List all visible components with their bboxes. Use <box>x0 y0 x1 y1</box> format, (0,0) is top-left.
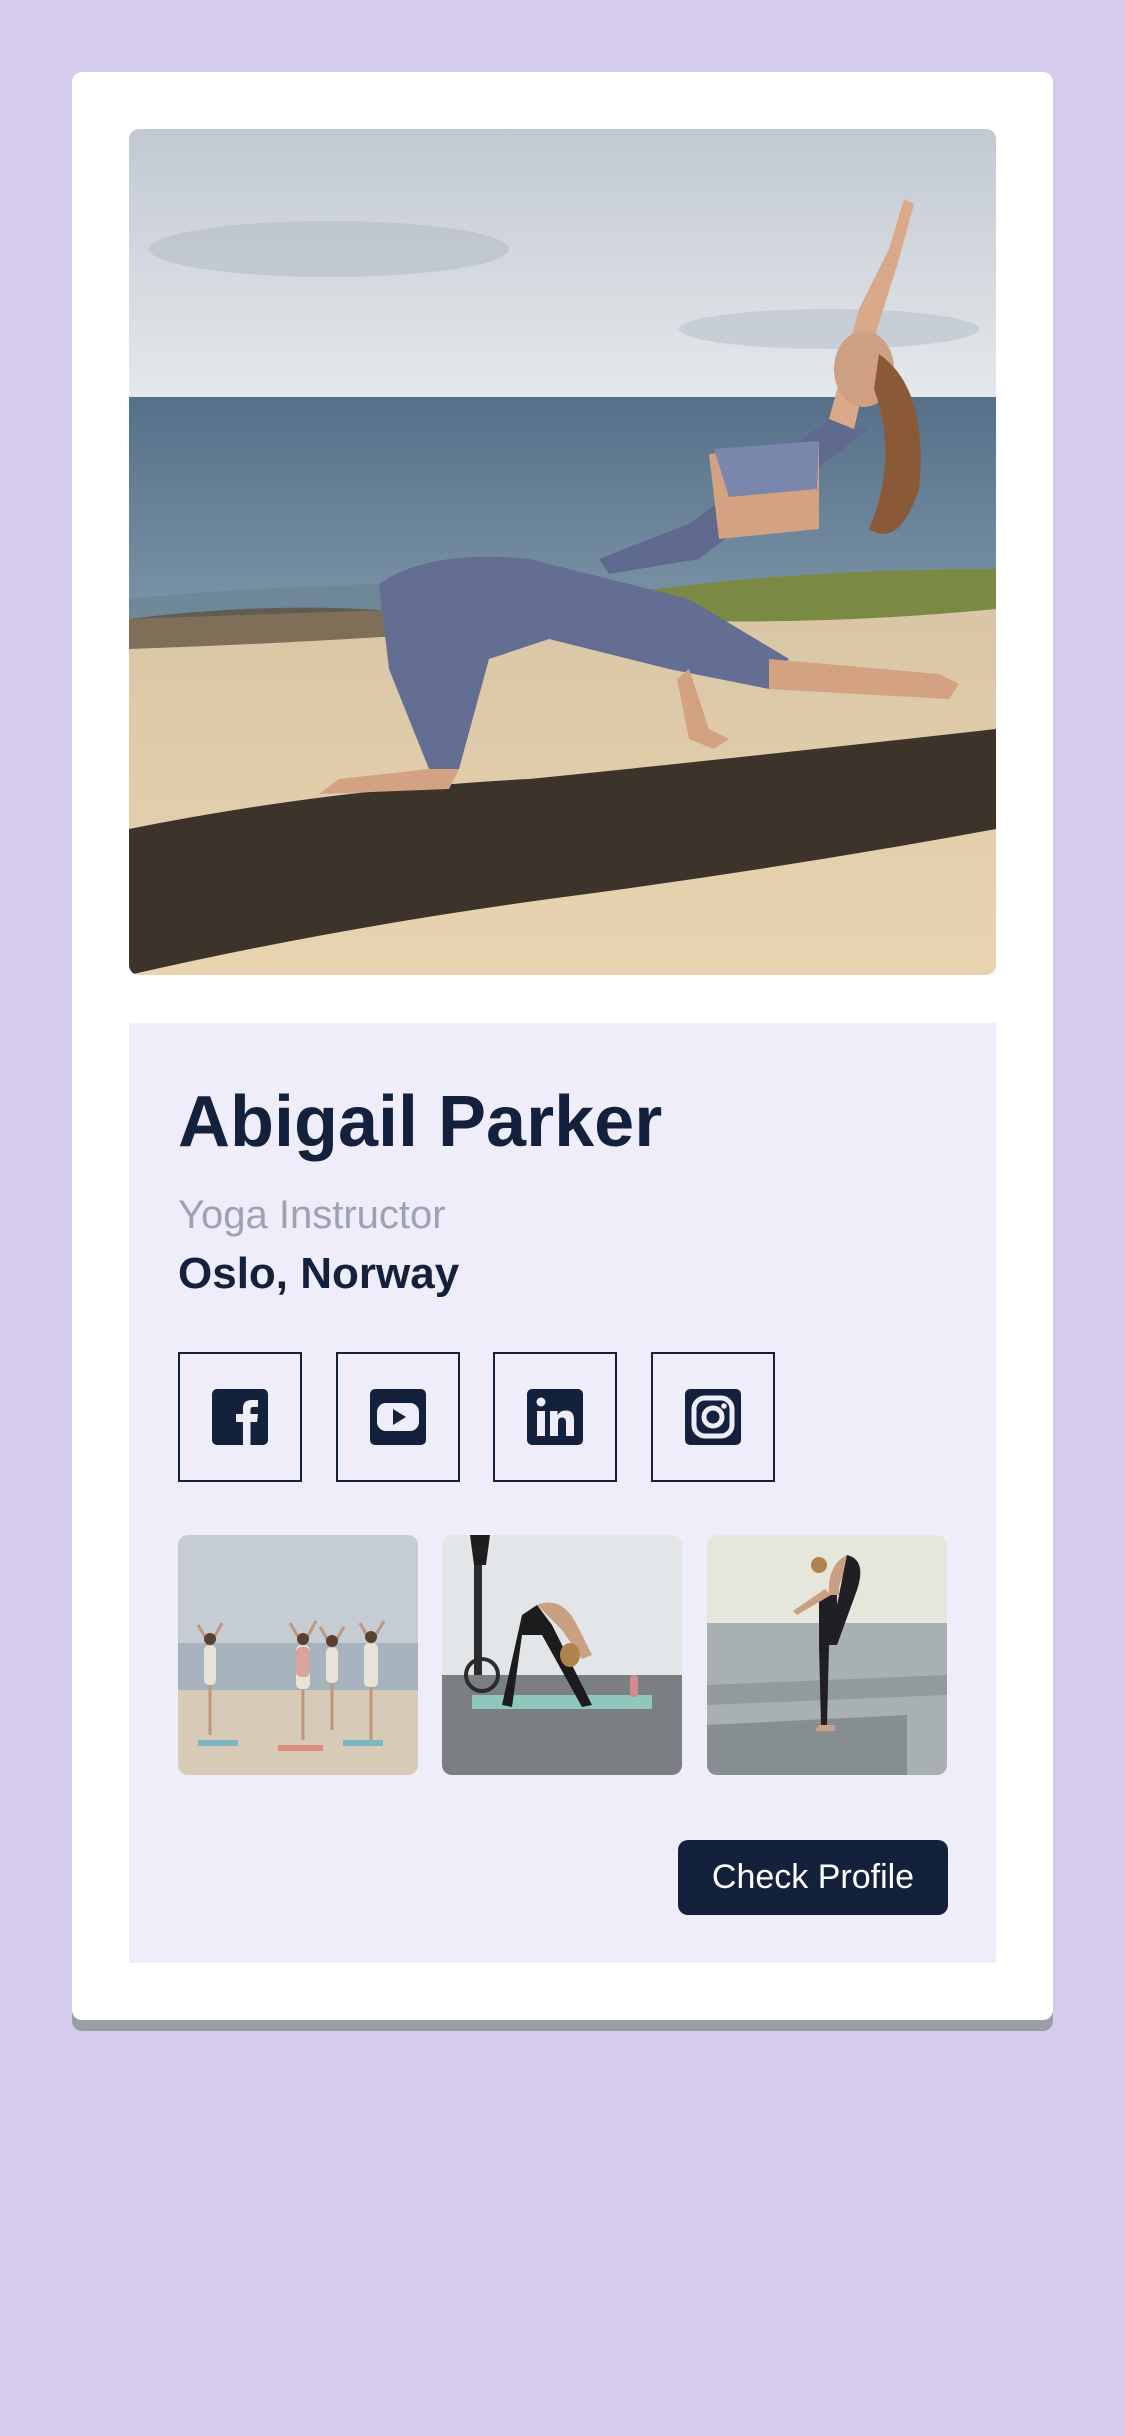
linkedin-icon <box>527 1389 583 1445</box>
profile-role: Yoga Instructor <box>178 1193 446 1237</box>
youtube-button[interactable] <box>336 1352 460 1482</box>
profile-location: Oslo, Norway <box>178 1249 460 1298</box>
profile-name: Abigail Parker <box>178 1082 663 1162</box>
instagram-button[interactable] <box>651 1352 775 1482</box>
youtube-icon <box>370 1389 426 1445</box>
gallery-photo-2[interactable] <box>442 1535 682 1775</box>
profile-card: Abigail Parker Yoga Instructor Oslo, Nor… <box>72 72 1053 2020</box>
hero-photo <box>129 129 996 975</box>
check-profile-button[interactable]: Check Profile <box>678 1840 948 1915</box>
facebook-button[interactable] <box>178 1352 302 1482</box>
instagram-icon <box>685 1389 741 1445</box>
facebook-icon <box>212 1389 268 1445</box>
linkedin-button[interactable] <box>493 1352 617 1482</box>
profile-details: Abigail Parker Yoga Instructor Oslo, Nor… <box>129 1023 996 1963</box>
gallery-photo-3[interactable] <box>707 1535 947 1775</box>
gallery-photo-1[interactable] <box>178 1535 418 1775</box>
